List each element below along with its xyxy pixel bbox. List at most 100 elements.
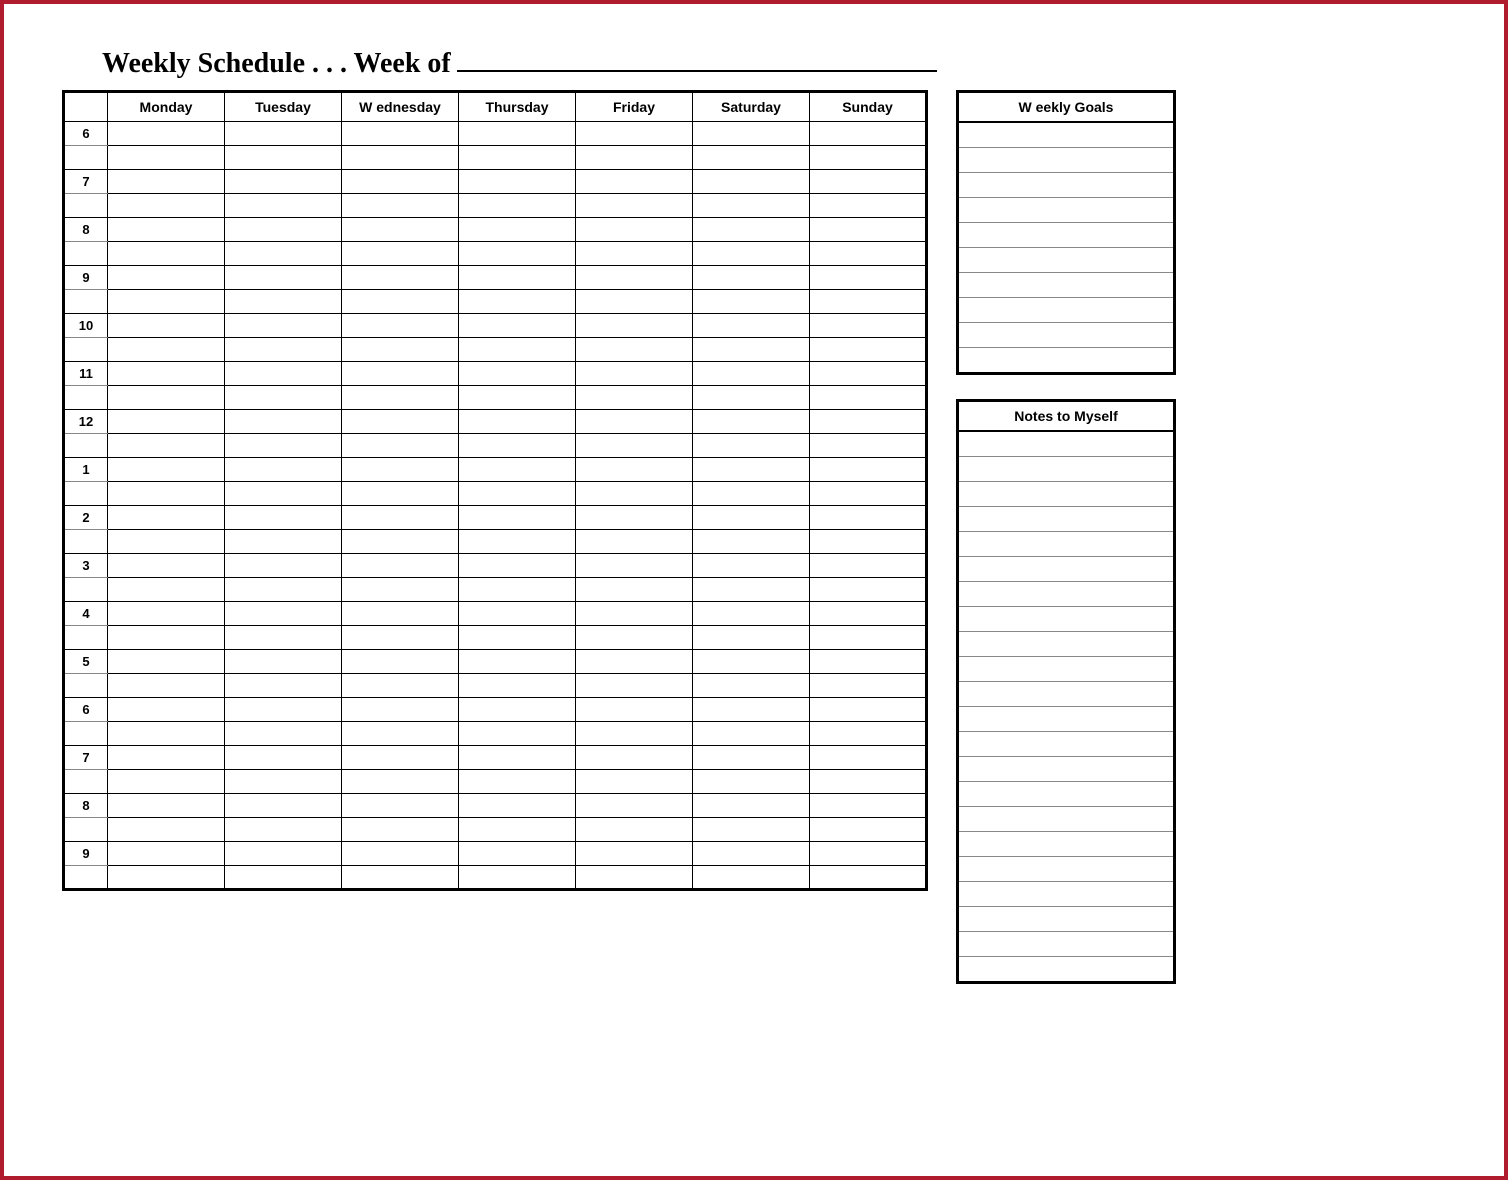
notes-lines[interactable] [959, 432, 1173, 981]
schedule-cell[interactable] [576, 578, 693, 602]
note-line[interactable] [959, 882, 1173, 907]
schedule-cell[interactable] [108, 842, 225, 866]
schedule-cell[interactable] [225, 122, 342, 146]
schedule-cell[interactable] [108, 770, 225, 794]
schedule-cell[interactable] [342, 746, 459, 770]
schedule-cell[interactable] [810, 194, 927, 218]
schedule-cell[interactable] [342, 314, 459, 338]
schedule-cell[interactable] [342, 482, 459, 506]
schedule-cell[interactable] [342, 170, 459, 194]
schedule-cell[interactable] [459, 698, 576, 722]
schedule-cell[interactable] [225, 482, 342, 506]
schedule-cell[interactable] [459, 482, 576, 506]
schedule-cell[interactable] [459, 746, 576, 770]
schedule-cell[interactable] [108, 338, 225, 362]
schedule-cell[interactable] [459, 626, 576, 650]
schedule-cell[interactable] [225, 506, 342, 530]
schedule-cell[interactable] [576, 482, 693, 506]
goal-line[interactable] [959, 173, 1173, 198]
schedule-cell[interactable] [576, 842, 693, 866]
schedule-cell[interactable] [342, 770, 459, 794]
schedule-cell[interactable] [342, 338, 459, 362]
schedule-cell[interactable] [693, 842, 810, 866]
schedule-cell[interactable] [342, 290, 459, 314]
goal-line[interactable] [959, 123, 1173, 148]
note-line[interactable] [959, 507, 1173, 532]
schedule-cell[interactable] [576, 626, 693, 650]
schedule-cell[interactable] [342, 362, 459, 386]
schedule-cell[interactable] [459, 818, 576, 842]
schedule-cell[interactable] [108, 170, 225, 194]
schedule-cell[interactable] [225, 746, 342, 770]
schedule-cell[interactable] [225, 818, 342, 842]
schedule-cell[interactable] [693, 866, 810, 890]
schedule-cell[interactable] [108, 218, 225, 242]
schedule-cell[interactable] [225, 722, 342, 746]
schedule-cell[interactable] [459, 386, 576, 410]
schedule-cell[interactable] [342, 674, 459, 698]
note-line[interactable] [959, 632, 1173, 657]
schedule-cell[interactable] [225, 338, 342, 362]
schedule-cell[interactable] [225, 290, 342, 314]
schedule-cell[interactable] [693, 746, 810, 770]
schedule-cell[interactable] [810, 242, 927, 266]
schedule-cell[interactable] [459, 650, 576, 674]
schedule-cell[interactable] [342, 386, 459, 410]
note-line[interactable] [959, 782, 1173, 807]
schedule-cell[interactable] [576, 530, 693, 554]
schedule-cell[interactable] [693, 290, 810, 314]
schedule-cell[interactable] [576, 554, 693, 578]
schedule-cell[interactable] [693, 482, 810, 506]
schedule-cell[interactable] [810, 146, 927, 170]
schedule-cell[interactable] [810, 434, 927, 458]
week-of-blank-line[interactable] [457, 44, 937, 72]
schedule-cell[interactable] [459, 266, 576, 290]
schedule-cell[interactable] [810, 290, 927, 314]
schedule-cell[interactable] [225, 770, 342, 794]
schedule-cell[interactable] [459, 290, 576, 314]
schedule-cell[interactable] [459, 242, 576, 266]
schedule-cell[interactable] [693, 266, 810, 290]
schedule-cell[interactable] [693, 506, 810, 530]
schedule-cell[interactable] [459, 458, 576, 482]
schedule-cell[interactable] [576, 818, 693, 842]
schedule-cell[interactable] [108, 530, 225, 554]
note-line[interactable] [959, 932, 1173, 957]
schedule-cell[interactable] [576, 434, 693, 458]
note-line[interactable] [959, 857, 1173, 882]
schedule-cell[interactable] [459, 434, 576, 458]
schedule-cell[interactable] [810, 674, 927, 698]
schedule-cell[interactable] [810, 170, 927, 194]
goal-line[interactable] [959, 323, 1173, 348]
schedule-cell[interactable] [693, 194, 810, 218]
schedule-cell[interactable] [225, 530, 342, 554]
schedule-cell[interactable] [342, 722, 459, 746]
note-line[interactable] [959, 582, 1173, 607]
schedule-cell[interactable] [576, 698, 693, 722]
schedule-cell[interactable] [459, 170, 576, 194]
schedule-cell[interactable] [810, 794, 927, 818]
schedule-cell[interactable] [576, 242, 693, 266]
note-line[interactable] [959, 832, 1173, 857]
schedule-cell[interactable] [576, 794, 693, 818]
schedule-cell[interactable] [225, 674, 342, 698]
schedule-cell[interactable] [810, 218, 927, 242]
note-line[interactable] [959, 532, 1173, 557]
schedule-cell[interactable] [108, 122, 225, 146]
schedule-cell[interactable] [810, 458, 927, 482]
schedule-cell[interactable] [576, 674, 693, 698]
note-line[interactable] [959, 457, 1173, 482]
schedule-cell[interactable] [693, 314, 810, 338]
schedule-cell[interactable] [576, 458, 693, 482]
schedule-cell[interactable] [693, 530, 810, 554]
schedule-cell[interactable] [225, 146, 342, 170]
schedule-cell[interactable] [810, 266, 927, 290]
schedule-cell[interactable] [108, 578, 225, 602]
schedule-cell[interactable] [459, 146, 576, 170]
schedule-cell[interactable] [810, 482, 927, 506]
schedule-cell[interactable] [810, 122, 927, 146]
schedule-cell[interactable] [459, 362, 576, 386]
schedule-cell[interactable] [693, 146, 810, 170]
schedule-cell[interactable] [342, 602, 459, 626]
schedule-cell[interactable] [576, 146, 693, 170]
